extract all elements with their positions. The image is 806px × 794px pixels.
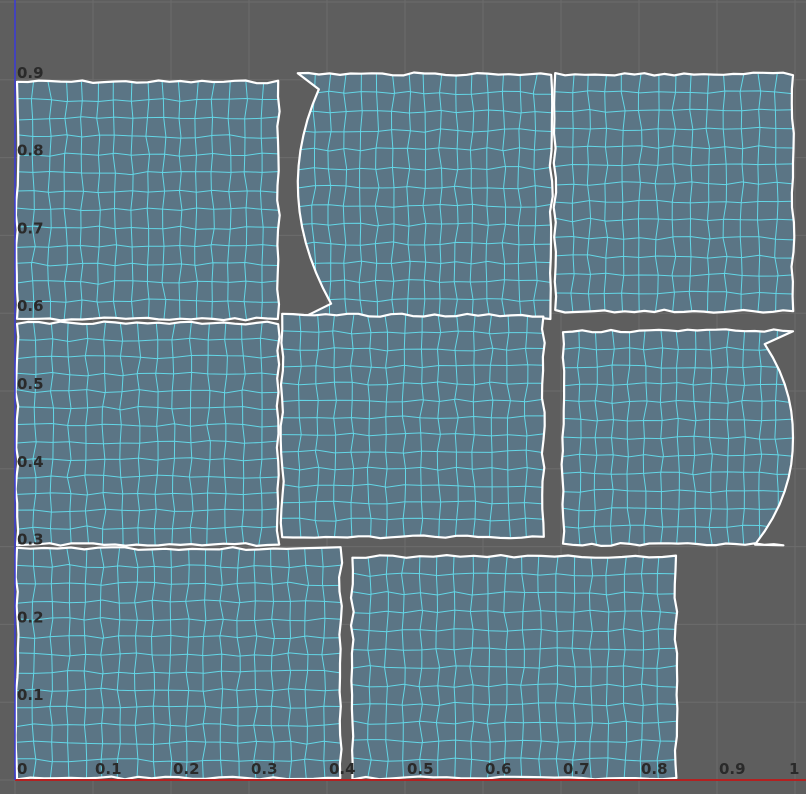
- v-tick-label: 0.3: [17, 531, 44, 549]
- u-tick-label: 1: [789, 760, 799, 778]
- u-tick-label: 0.9: [719, 760, 746, 778]
- shell-top-middle[interactable]: [296, 71, 554, 322]
- u-tick-label: 0.7: [563, 760, 590, 778]
- u-tick-label: 0.5: [407, 760, 434, 778]
- u-tick-label: 0.8: [641, 760, 668, 778]
- shell-mid-middle[interactable]: [279, 312, 546, 540]
- u-tick-label: 0.3: [251, 760, 278, 778]
- v-tick-label: 0.1: [17, 686, 44, 704]
- v-tick-label: 0.6: [17, 297, 44, 315]
- v-tick-label: 0.5: [17, 375, 44, 393]
- shell-face: [15, 547, 343, 780]
- v-tick-label: 0.2: [17, 608, 44, 626]
- v-tick-label: 0.4: [17, 453, 44, 471]
- shell-face: [280, 313, 545, 539]
- u-tick-label: 0: [17, 760, 27, 778]
- u-tick-label: 0.2: [173, 760, 200, 778]
- u-tick-label: 0.4: [329, 760, 356, 778]
- shell-top-left[interactable]: [14, 79, 281, 322]
- shell-top-right[interactable]: [552, 71, 796, 314]
- v-tick-label: 0.7: [17, 219, 44, 237]
- shell-bottom-right[interactable]: [349, 553, 679, 781]
- shell-mid-right[interactable]: [560, 328, 795, 548]
- uv-editor-viewport[interactable]: 0 0.1 0.2 0.3 0.4 0.5 0.6 0.7 0.8 0.9 1 0.1 0.2 0.3 0…: [0, 0, 806, 794]
- shell-bottom-left[interactable]: [14, 546, 344, 781]
- u-tick-label: 0.6: [485, 760, 512, 778]
- uv-shells-layer[interactable]: [14, 71, 796, 781]
- shell-mid-left[interactable]: [14, 320, 281, 548]
- u-tick-label: 0.1: [95, 760, 122, 778]
- v-tick-label: 0.9: [17, 64, 44, 82]
- v-tick-label: 0.8: [17, 142, 44, 160]
